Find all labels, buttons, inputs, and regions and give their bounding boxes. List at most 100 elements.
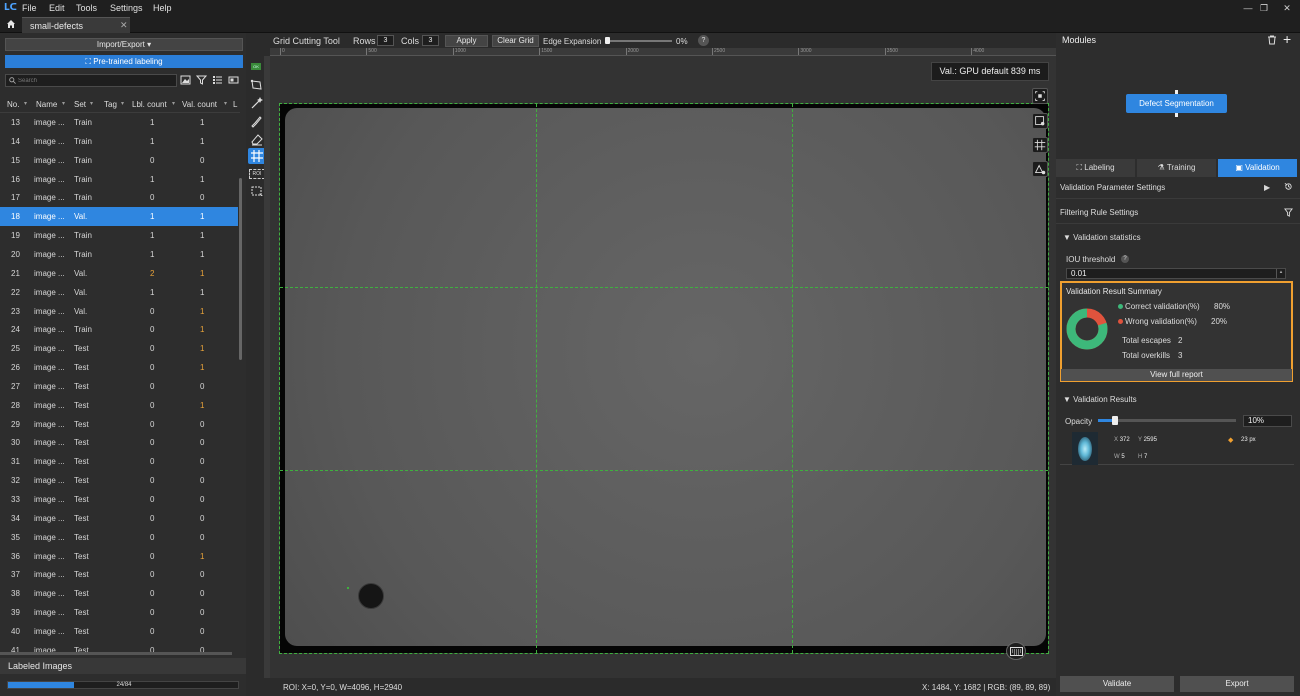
close-tab-icon[interactable]: ✕ [120, 20, 128, 31]
table-row[interactable]: 16 image ... Train 1 1 [0, 170, 238, 189]
table-row-selected[interactable]: 18 image ... Val. 1 1 [0, 207, 238, 227]
table-row[interactable]: 14 image ... Train 1 1 [0, 132, 238, 151]
list-view-icon[interactable] [212, 74, 223, 86]
col-name[interactable]: Name [36, 100, 57, 109]
edge-expansion-slider-thumb[interactable] [605, 37, 610, 44]
view-full-report-button[interactable]: View full report [1061, 369, 1292, 381]
table-row[interactable]: 21 image ... Val. 2 1 [0, 264, 238, 283]
col-l[interactable]: L [233, 100, 237, 109]
export-button[interactable]: Export [1180, 676, 1294, 692]
table-row[interactable]: 40 image ... Test 0 0 [0, 622, 238, 641]
row-val-count: 0 [200, 589, 205, 599]
col-no[interactable]: No. [7, 100, 19, 109]
rows-input[interactable]: 3 [377, 35, 394, 46]
row-set: Val. [74, 268, 88, 278]
file-tab[interactable]: small-defects ✕ [22, 17, 130, 33]
keyboard-icon[interactable] [1006, 642, 1026, 660]
home-icon[interactable] [6, 19, 16, 29]
table-row[interactable]: 24 image ... Train 0 1 [0, 320, 238, 339]
table-row[interactable]: 22 image ... Val. 1 1 [0, 283, 238, 302]
history-icon[interactable] [1284, 182, 1293, 191]
tab-validation[interactable]: ▣ Validation [1218, 159, 1298, 177]
table-row[interactable]: 32 image ... Test 0 0 [0, 471, 238, 490]
import-export-button[interactable]: Import/Export ▾ [5, 38, 243, 51]
table-row[interactable]: 17 image ... Train 0 0 [0, 188, 238, 207]
iou-stepper-icon[interactable]: ▴ [1276, 269, 1285, 278]
cols-input[interactable]: 3 [422, 35, 439, 46]
result-thumbnail[interactable] [1072, 432, 1098, 465]
trash-icon[interactable] [1267, 35, 1277, 45]
brush-tool-icon[interactable] [249, 114, 265, 128]
col-set[interactable]: Set [74, 100, 86, 109]
filter-settings-icon[interactable] [1284, 208, 1293, 217]
fit-view-icon[interactable] [1032, 88, 1048, 104]
table-row[interactable]: 38 image ... Test 0 0 [0, 584, 238, 603]
row-val-count: 1 [200, 249, 205, 259]
table-row[interactable]: 13 image ... Train 1 1 [0, 113, 238, 132]
expand-arrow-icon[interactable]: ▶ [1264, 183, 1270, 192]
table-row[interactable]: 29 image ... Test 0 0 [0, 415, 238, 434]
table-row[interactable]: 25 image ... Test 0 1 [0, 339, 238, 358]
validate-button[interactable]: Validate [1060, 676, 1174, 692]
opacity-slider[interactable] [1098, 419, 1236, 422]
gallery-view-icon[interactable] [228, 74, 239, 86]
clear-grid-button[interactable]: Clear Grid [492, 35, 539, 47]
opacity-slider-thumb[interactable] [1111, 416, 1118, 425]
menu-settings[interactable]: Settings [110, 0, 143, 16]
table-horizontal-scrollbar[interactable] [0, 652, 232, 655]
tab-training[interactable]: ⚗ Training [1137, 159, 1217, 177]
menu-tools[interactable]: Tools [76, 0, 97, 16]
table-row[interactable]: 34 image ... Test 0 0 [0, 509, 238, 528]
table-row[interactable]: 26 image ... Test 0 1 [0, 358, 238, 377]
table-scrollbar[interactable] [239, 178, 242, 360]
table-row[interactable]: 37 image ... Test 0 0 [0, 565, 238, 584]
pretrained-labeling-button[interactable]: ⛶ Pre-trained labeling [5, 55, 243, 68]
close-window-icon[interactable]: ✕ [1272, 0, 1300, 16]
iou-help-icon[interactable]: ? [1121, 255, 1129, 263]
col-tag[interactable]: Tag [104, 100, 117, 109]
magic-wand-icon[interactable] [249, 96, 265, 110]
tab-labeling[interactable]: ⛶ Labeling [1056, 159, 1136, 177]
search-input[interactable] [18, 75, 168, 86]
defect-segmentation-node[interactable]: Defect Segmentation [1126, 94, 1227, 113]
opacity-input[interactable]: 10% [1243, 415, 1292, 427]
menu-edit[interactable]: Edit [49, 0, 65, 16]
table-row[interactable]: 19 image ... Train 1 1 [0, 226, 238, 245]
table-row[interactable]: 30 image ... Test 0 0 [0, 433, 238, 452]
help-icon[interactable]: ? [698, 35, 709, 46]
row-lbl-count: 0 [150, 457, 155, 467]
menu-file[interactable]: File [22, 0, 37, 16]
table-row[interactable]: 15 image ... Train 0 0 [0, 151, 238, 170]
polygon-tool-icon[interactable] [249, 78, 265, 92]
apply-button[interactable]: Apply [445, 35, 488, 47]
table-row[interactable]: 28 image ... Test 0 1 [0, 396, 238, 415]
table-row[interactable]: 23 image ... Val. 0 1 [0, 302, 238, 321]
add-module-icon[interactable]: + [1283, 32, 1291, 46]
table-row[interactable]: 33 image ... Test 0 0 [0, 490, 238, 509]
row-number: 18 [11, 212, 20, 222]
training-icon: ⚗ [1157, 163, 1167, 172]
filtering-rule-settings[interactable]: Filtering Rule Settings [1056, 202, 1300, 224]
table-row[interactable]: 27 image ... Test 0 0 [0, 377, 238, 396]
edge-expansion-slider[interactable] [606, 40, 672, 42]
roi-tool-icon[interactable]: ROI [249, 169, 265, 179]
label-visibility-icon[interactable] [1032, 113, 1048, 129]
validation-results-header[interactable]: ▼ Validation Results [1063, 395, 1137, 404]
table-row[interactable]: 36 image ... Test 0 1 [0, 547, 238, 566]
table-row[interactable]: 20 image ... Train 1 1 [0, 245, 238, 264]
table-row[interactable]: 39 image ... Test 0 0 [0, 603, 238, 622]
iou-threshold-input[interactable]: 0.01 [1066, 268, 1286, 279]
filter-icon[interactable] [196, 74, 207, 86]
validation-parameter-settings[interactable]: Validation Parameter Settings ▶ [1056, 177, 1300, 199]
table-row[interactable]: 31 image ... Test 0 0 [0, 452, 238, 471]
menu-help[interactable]: Help [153, 0, 172, 16]
table-row[interactable]: 35 image ... Test 0 0 [0, 528, 238, 547]
col-val-count[interactable]: Val. count [182, 100, 217, 109]
validation-statistics-header[interactable]: ▼ Validation statistics [1063, 233, 1141, 242]
eraser-icon[interactable] [249, 132, 265, 146]
col-lbl-count[interactable]: Lbl. count [132, 100, 167, 109]
mask-tool-icon[interactable] [249, 184, 265, 198]
mask-visibility-icon[interactable] [1032, 161, 1048, 177]
image-filter-icon[interactable] [180, 74, 191, 86]
grid-visibility-icon[interactable] [1032, 137, 1048, 153]
